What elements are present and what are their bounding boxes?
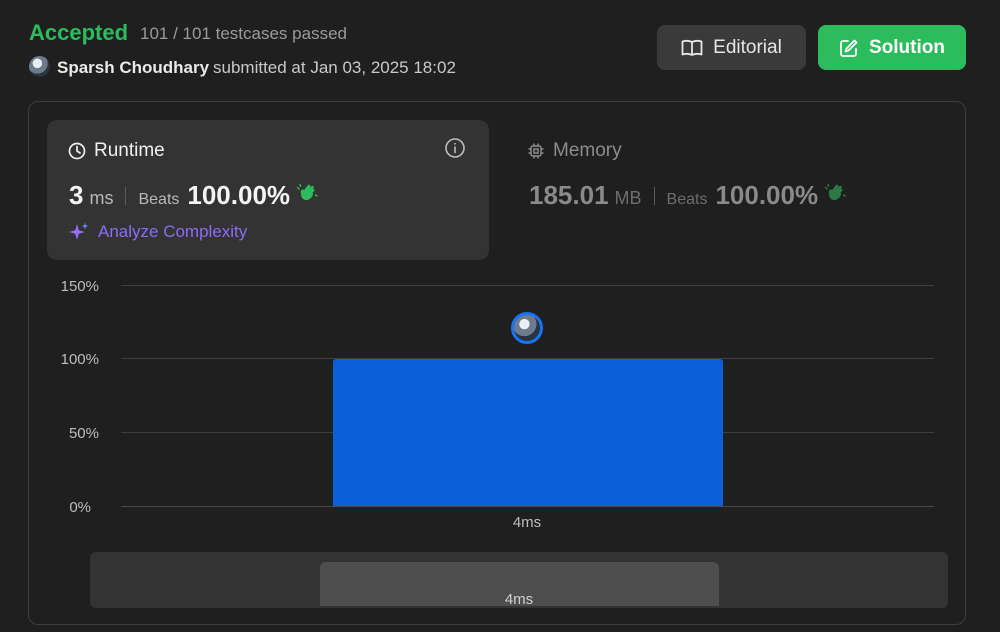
divider [125,186,127,205]
avatar[interactable] [29,56,50,77]
analyze-label: Analyze Complexity [98,222,248,241]
memory-beats-value: 100.00% [715,180,819,210]
y-tick-label: 100% [60,351,99,368]
y-tick-label: 150% [60,278,99,295]
solution-button[interactable]: Solution [818,25,966,70]
divider [653,186,655,205]
runtime-title: Runtime [68,140,165,162]
avatar [511,312,543,344]
chip-icon [528,143,544,159]
runtime-beats-label: Beats [138,191,180,208]
memory-title[interactable]: Memory [527,140,622,162]
memory-title-label: Memory [553,140,622,161]
solution-label: Solution [869,36,945,58]
memory-unit: MB [614,188,642,208]
editorial-button[interactable]: Editorial [657,25,806,70]
testcases-summary: 101 / 101 testcases passed [140,24,347,43]
submitted-time: submitted at Jan 03, 2025 18:02 [213,58,456,77]
clap-icon [296,183,318,201]
sparkle-icon [69,222,89,240]
author-name[interactable]: Sparsh Choudhary [57,58,209,78]
y-tick-label: 0% [69,499,91,516]
range-slider-label: 4ms [504,591,534,608]
book-icon [681,39,703,56]
x-tick-label: 4ms [512,514,542,531]
edit-icon [840,39,858,57]
info-icon[interactable] [444,137,466,164]
gridline [121,285,934,286]
runtime-title-label: Runtime [94,140,165,161]
y-tick-label: 50% [68,425,99,442]
runtime-metric: 3 ms Beats 100.00% [69,180,318,211]
x-axis-line [121,506,934,507]
editorial-label: Editorial [713,36,782,58]
chart-bar[interactable] [333,358,723,506]
runtime-beats-value: 100.00% [187,180,291,210]
memory-value: 185.01 [529,180,609,210]
memory-metric: 185.01 MB Beats 100.00% [529,180,846,211]
memory-beats-label: Beats [666,191,708,208]
runtime-value: 3 [69,180,84,210]
runtime-unit: ms [89,188,114,208]
clap-icon [824,183,846,201]
clock-icon [68,142,86,160]
submission-status: Accepted [29,20,129,45]
analyze-complexity-link[interactable]: Analyze Complexity [68,221,247,243]
